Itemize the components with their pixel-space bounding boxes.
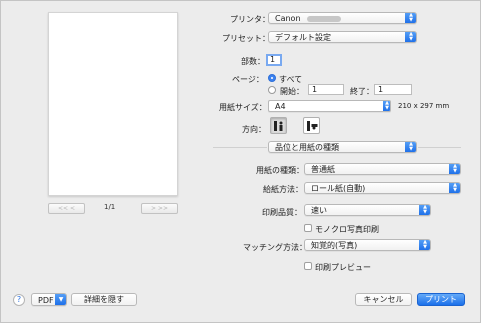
preset-value: デフォルト設定	[275, 33, 331, 42]
media-type-label: 用紙の種類：	[256, 166, 304, 175]
print-quality-popup[interactable]: 速い ▲ ▼	[304, 204, 431, 216]
page-preview	[48, 12, 178, 196]
pages-label: ページ：	[232, 75, 264, 84]
pdf-label: PDF	[38, 296, 54, 305]
popup-arrows-icon: ▲ ▼	[449, 183, 460, 193]
popup-arrows-icon: ▲ ▼	[419, 240, 430, 250]
page-indicator: 1/1	[104, 203, 116, 211]
printer-popup[interactable]: Canon ▲ ▼	[268, 12, 417, 24]
help-icon: ?	[16, 295, 22, 304]
matching-value: 知覚的(写真)	[311, 241, 358, 250]
panel-menu-value: 品位と用紙の種類	[275, 143, 339, 152]
matching-label: マッチング方法：	[243, 243, 307, 252]
paper-source-popup[interactable]: ロール紙(自動) ▲ ▼	[304, 182, 461, 194]
landscape-icon	[307, 121, 318, 131]
landscape-button[interactable]	[303, 117, 320, 134]
help-button[interactable]: ?	[13, 294, 25, 306]
print-button[interactable]: プリント	[417, 293, 465, 306]
portrait-icon	[274, 121, 283, 131]
print-quality-label: 印刷品質：	[262, 208, 302, 217]
popup-arrows-icon: ▲ ▼	[405, 13, 416, 23]
paper-dimensions: 210 x 297 mm	[398, 102, 450, 110]
printer-label: プリンタ：	[230, 15, 270, 24]
preset-label: プリセット：	[222, 34, 270, 43]
media-type-popup[interactable]: 普通紙 ▲ ▼	[304, 163, 461, 175]
print-preview-checkbox[interactable]	[304, 262, 312, 270]
paper-size-value: A4	[275, 102, 286, 111]
copies-field[interactable]: 1	[266, 54, 282, 66]
popup-arrows-icon: ▲ ▼	[405, 142, 416, 152]
pages-all-radio[interactable]	[268, 74, 276, 82]
orientation-label: 方向：	[242, 125, 266, 134]
popup-arrows-icon: ▲ ▼	[449, 164, 460, 174]
panel-menu-popup[interactable]: 品位と用紙の種類 ▲ ▼	[268, 141, 417, 153]
pages-to-field[interactable]: 1	[374, 84, 412, 95]
paper-source-value: ロール紙(自動)	[311, 184, 366, 193]
chevron-down-icon: ▼	[55, 294, 66, 305]
preset-popup[interactable]: デフォルト設定 ▲ ▼	[268, 31, 417, 43]
print-preview-label: 印刷プレビュー	[315, 263, 371, 272]
first-page-button[interactable]: << <	[48, 203, 85, 214]
pages-from-label: 開始：	[280, 87, 304, 96]
paper-source-label: 給紙方法：	[263, 185, 303, 194]
pages-range-radio[interactable]	[268, 86, 276, 94]
printer-name-redacted	[306, 15, 341, 22]
portrait-button[interactable]	[270, 117, 287, 134]
hide-details-button[interactable]: 詳細を隠す	[71, 293, 137, 306]
separator-right	[418, 147, 461, 148]
pages-all-label: すべて	[279, 75, 303, 84]
media-type-value: 普通紙	[311, 165, 335, 174]
grayscale-checkbox[interactable]	[304, 224, 312, 232]
printer-value: Canon	[275, 14, 301, 23]
popup-arrows-icon: ▲ ▼	[405, 32, 416, 42]
pages-to-label: 終了：	[350, 87, 374, 96]
last-page-button[interactable]: > >>	[141, 203, 178, 214]
cancel-button[interactable]: キャンセル	[355, 293, 412, 306]
grayscale-label: モノクロ写真印刷	[315, 225, 379, 234]
popup-arrows-icon: ▲ ▼	[383, 101, 390, 111]
separator-left	[213, 147, 267, 148]
pdf-menu-button[interactable]: PDF ▼	[31, 293, 67, 306]
paper-size-popup[interactable]: A4 ▲ ▼	[268, 100, 391, 112]
print-quality-value: 速い	[311, 206, 327, 215]
popup-arrows-icon: ▲ ▼	[419, 205, 430, 215]
copies-label: 部数：	[241, 57, 265, 66]
paper-size-label: 用紙サイズ：	[219, 103, 267, 112]
pages-from-field[interactable]: 1	[308, 84, 344, 95]
matching-popup[interactable]: 知覚的(写真) ▲ ▼	[304, 239, 431, 251]
